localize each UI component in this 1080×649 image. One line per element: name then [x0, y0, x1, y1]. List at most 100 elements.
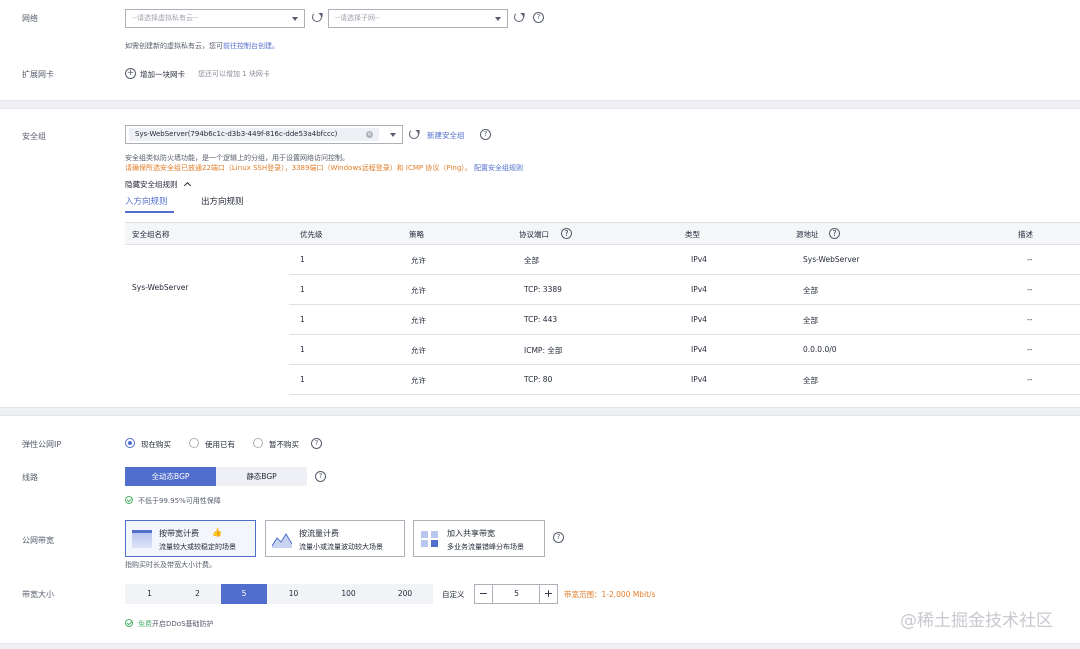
ddos-note: 免费开启DDoS基础防护	[138, 619, 214, 629]
security-group-select[interactable]: Sys-WebServer(794b6c1c-d3b3-449f-816c-dd…	[125, 125, 403, 144]
ddos-free-text: 免费	[138, 620, 152, 628]
help-icon[interactable]: ?	[561, 228, 572, 239]
group-name-cell: Sys-WebServer	[132, 283, 189, 292]
col-source: 源地址	[796, 230, 819, 239]
policy-cell: 允许	[411, 346, 426, 355]
type-cell: IPv4	[691, 375, 707, 384]
bandwidth-option-1[interactable]: 1	[125, 584, 174, 604]
eip-option-not-buy[interactable]: 暂不购买	[269, 439, 299, 450]
bandwidth-card-shared[interactable]: 加入共享带宽 多业务流量错峰分布场景	[413, 520, 545, 557]
col-group-name: 安全组名称	[132, 230, 170, 239]
help-icon[interactable]: ?	[553, 532, 564, 543]
port-cell: 全部	[524, 256, 539, 265]
security-group-tag-text: Sys-WebServer(794b6c1c-d3b3-449f-816c-dd…	[135, 130, 338, 138]
console-link[interactable]: 前往控制台创建。	[223, 42, 279, 50]
chevron-up-icon	[183, 181, 191, 190]
table-row: 1 允许 TCP: 80 IPv4 全部 --	[289, 365, 1080, 395]
check-circle-icon	[125, 619, 133, 627]
priority-cell: 1	[300, 375, 305, 384]
tab-active-indicator	[125, 211, 174, 213]
increment-button[interactable]: +	[539, 585, 557, 603]
section-divider	[0, 100, 1080, 109]
bandwidth-option-10[interactable]: 10	[267, 584, 320, 604]
type-cell: IPv4	[691, 345, 707, 354]
bandwidth-chart-icon	[132, 530, 152, 548]
add-circle-icon[interactable]: +	[125, 68, 136, 79]
bandwidth-card-by-bandwidth[interactable]: 按带宽计费 👍 流量较大或较稳定的场景	[125, 520, 256, 557]
bandwidth-option-100[interactable]: 100	[320, 584, 377, 604]
bandwidth-card-by-traffic[interactable]: 按流量计费 流量小或流量波动较大场景	[265, 520, 405, 557]
billing-note: 指购买时长及带宽大小计费。	[125, 561, 216, 569]
priority-cell: 1	[300, 315, 305, 324]
refresh-security-group-icon[interactable]	[409, 129, 419, 139]
help-icon[interactable]: ?	[480, 129, 491, 140]
line-option-static-bgp[interactable]: 静态BGP	[216, 467, 307, 486]
clear-icon[interactable]: ×	[366, 131, 373, 138]
vpc-select[interactable]: --请选择虚拟私有云--	[125, 9, 305, 28]
subnet-select-placeholder: --请选择子网--	[335, 14, 381, 22]
availability-note: 不低于99.95%可用性保障	[138, 497, 221, 505]
priority-cell: 1	[300, 345, 305, 354]
help-icon[interactable]: ?	[533, 12, 544, 23]
hide-rules-toggle[interactable]: 隐藏安全组规则	[125, 179, 191, 190]
tab-inbound[interactable]: 入方向规则	[125, 195, 168, 207]
source-cell: 全部	[803, 286, 818, 295]
security-group-label: 安全组	[22, 132, 46, 141]
nic-label: 扩展网卡	[22, 70, 54, 79]
chevron-down-icon	[390, 133, 396, 137]
eip-radio-buy-now[interactable]	[125, 438, 135, 448]
table-header: 安全组名称 优先级 策略 协议端口 ? 类型 源地址 ? 描述	[125, 223, 1080, 245]
col-desc: 描述	[1018, 230, 1033, 239]
vpc-select-placeholder: --请选择虚拟私有云--	[132, 14, 199, 22]
bandwidth-value-input[interactable]: 5	[494, 585, 539, 603]
config-rules-link[interactable]: 配置安全组规则	[474, 164, 523, 172]
help-icon[interactable]: ?	[829, 228, 840, 239]
bandwidth-stepper: − 5 +	[474, 584, 558, 604]
bandwidth-option-5[interactable]: 5	[221, 584, 267, 604]
bandwidth-option-2[interactable]: 2	[174, 584, 221, 604]
bandwidth-size-label: 带宽大小	[22, 590, 54, 599]
vpc-hint: 如需创建新的虚拟私有云，您可前往控制台创建。	[125, 41, 279, 51]
chevron-down-icon	[292, 17, 298, 21]
eip-radio-use-existing[interactable]	[189, 438, 199, 448]
eip-option-use-existing[interactable]: 使用已有	[205, 439, 235, 450]
bandwidth-option-200[interactable]: 200	[377, 584, 433, 604]
rules-table: 安全组名称 优先级 策略 协议端口 ? 类型 源地址 ? 描述 Sys-WebS…	[125, 222, 1080, 395]
eip-label: 弹性公网IP	[22, 440, 62, 449]
table-row: 1 允许 ICMP: 全部 IPv4 0.0.0.0/0 --	[289, 335, 1080, 365]
security-group-desc: 安全组类似防火墙功能，是一个逻辑上的分组，用于设置网络访问控制。	[125, 154, 349, 162]
eip-option-buy-now[interactable]: 现在购买	[141, 439, 171, 450]
desc-cell: --	[1027, 345, 1033, 354]
subnet-select[interactable]: --请选择子网--	[328, 9, 508, 28]
card-subtitle: 多业务流量错峰分布场景	[447, 543, 524, 551]
desc-cell: --	[1027, 255, 1033, 264]
section-divider	[0, 407, 1080, 416]
create-security-group-link[interactable]: 新建安全组	[427, 130, 465, 141]
line-option-dynamic-bgp[interactable]: 全动态BGP	[125, 467, 216, 486]
add-nic-hint: 您还可以增加 1 块网卡	[198, 70, 270, 78]
help-icon[interactable]: ?	[315, 471, 326, 482]
traffic-chart-svg	[271, 533, 293, 548]
security-group-warning: 请确保所选安全组已放通22端口（Linux SSH登录），3389端口（Wind…	[125, 163, 523, 173]
source-cell-link[interactable]: Sys-WebServer	[803, 255, 859, 264]
thumbs-up-icon: 👍	[212, 528, 222, 537]
traffic-chart-icon	[271, 530, 293, 548]
col-type: 类型	[685, 230, 700, 239]
policy-cell: 允许	[411, 376, 426, 385]
bandwidth-range: 带宽范围：1-2,000 Mbit/s	[564, 590, 656, 599]
decrement-button[interactable]: −	[475, 585, 493, 603]
security-group-warning-text: 请确保所选安全组已放通22端口（Linux SSH登录），3389端口（Wind…	[125, 164, 472, 172]
help-icon[interactable]: ?	[311, 438, 322, 449]
desc-cell: --	[1027, 285, 1033, 294]
line-label: 线路	[22, 473, 38, 482]
priority-cell: 1	[300, 255, 305, 264]
tab-outbound[interactable]: 出方向规则	[201, 195, 244, 207]
card-subtitle: 流量小或流量波动较大场景	[299, 543, 383, 551]
shared-bandwidth-svg	[421, 531, 438, 547]
add-nic-button[interactable]: 增加一块网卡	[140, 69, 185, 80]
eip-radio-not-buy[interactable]	[253, 438, 263, 448]
source-cell: 0.0.0.0/0	[803, 345, 837, 354]
refresh-subnet-icon[interactable]	[514, 12, 524, 22]
col-priority: 优先级	[300, 230, 323, 239]
refresh-vpc-icon[interactable]	[312, 12, 322, 22]
